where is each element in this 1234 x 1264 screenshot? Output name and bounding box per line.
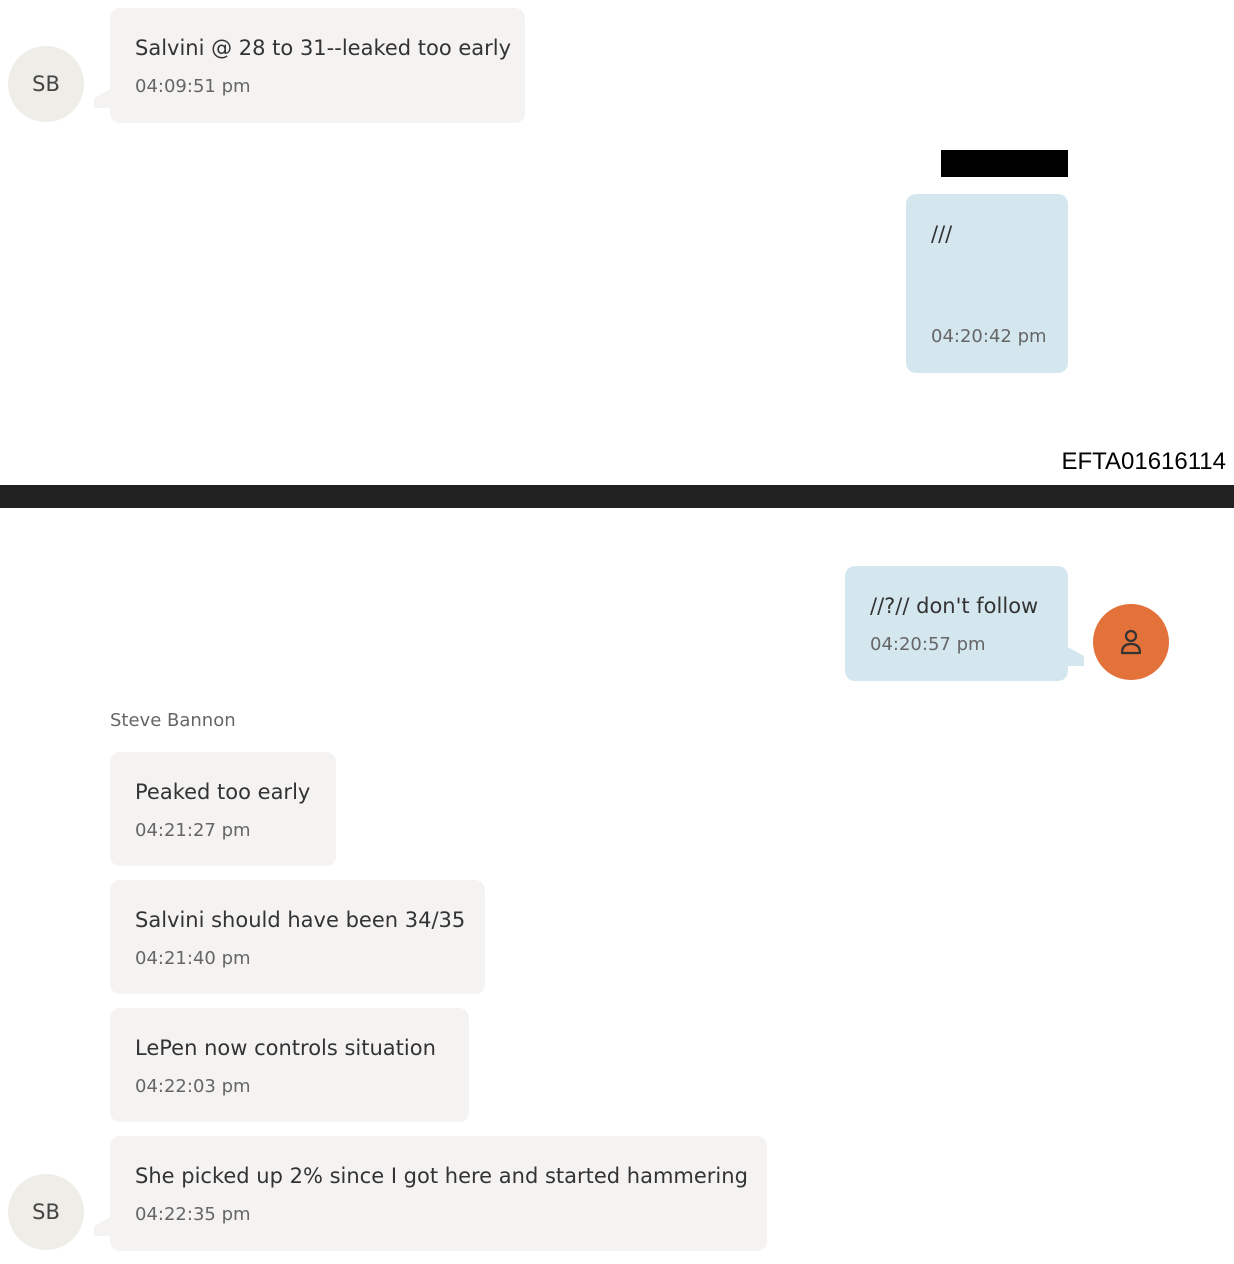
message-timestamp: 04:22:35 pm (135, 1204, 251, 1225)
message-text: Salvini should have been 34/35 (135, 908, 466, 932)
sender-avatar: SB (8, 1174, 84, 1250)
message-timestamp: 04:22:03 pm (135, 1076, 251, 1097)
user-avatar (1093, 604, 1169, 680)
message-timestamp: 04:20:42 pm (931, 326, 1047, 347)
message-timestamp: 04:09:51 pm (135, 76, 251, 97)
bubble-tail (1066, 646, 1084, 666)
page-break-divider (0, 485, 1234, 508)
message-text: /// (931, 222, 953, 246)
message-bubble[interactable]: She picked up 2% since I got here and st… (110, 1136, 767, 1251)
message-bubble[interactable]: Peaked too early 04:21:27 pm (110, 752, 336, 866)
redaction-bar (941, 150, 1068, 177)
person-icon (1120, 629, 1142, 655)
sender-avatar: SB (8, 46, 84, 122)
message-timestamp: 04:20:57 pm (870, 634, 986, 655)
sender-name: Steve Bannon (110, 710, 236, 731)
message-timestamp: 04:21:27 pm (135, 820, 251, 841)
message-text: Peaked too early (135, 780, 311, 804)
message-bubble[interactable]: LePen now controls situation 04:22:03 pm (110, 1008, 469, 1122)
message-bubble[interactable]: //?// don't follow 04:20:57 pm (845, 566, 1068, 681)
document-id: EFTA01616114 (1061, 448, 1226, 475)
message-text: //?// don't follow (870, 594, 1039, 618)
message-timestamp: 04:21:40 pm (135, 948, 251, 969)
message-bubble[interactable]: Salvini @ 28 to 31--leaked too early 04:… (110, 8, 525, 123)
message-bubble[interactable]: Salvini should have been 34/35 04:21:40 … (110, 880, 485, 994)
message-text: She picked up 2% since I got here and st… (135, 1164, 748, 1188)
message-text: LePen now controls situation (135, 1036, 436, 1060)
avatar-initials: SB (32, 1200, 60, 1224)
avatar-initials: SB (32, 72, 60, 96)
message-bubble[interactable]: /// 04:20:42 pm (906, 194, 1068, 373)
message-text: Salvini @ 28 to 31--leaked too early (135, 36, 512, 60)
